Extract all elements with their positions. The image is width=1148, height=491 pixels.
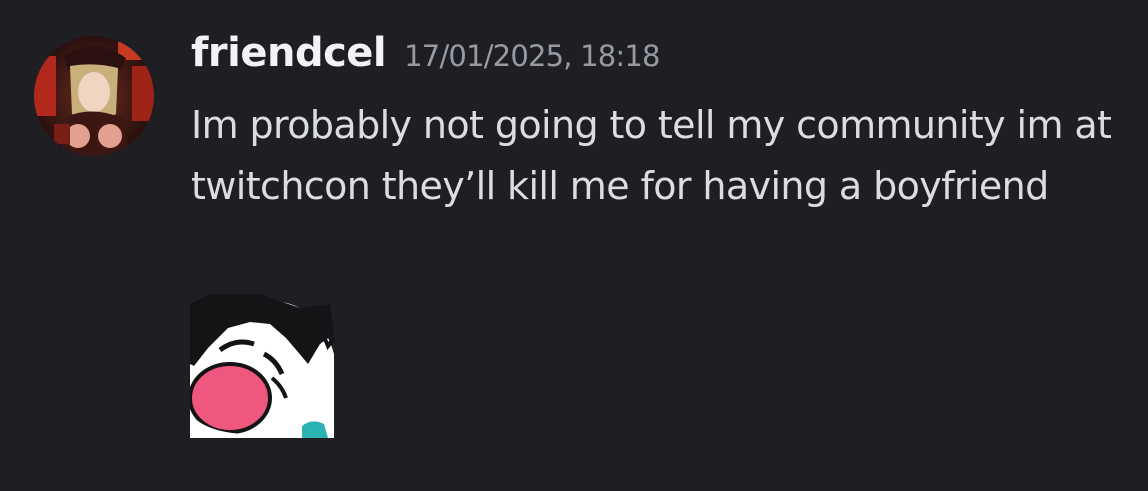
- username[interactable]: friendcel: [191, 30, 387, 76]
- message-attachment[interactable]: [190, 294, 334, 438]
- chat-message: friendcel 17/01/2025, 18:18 Im probably n…: [0, 0, 1148, 491]
- message-header: friendcel 17/01/2025, 18:18: [191, 30, 661, 76]
- avatar[interactable]: [34, 36, 154, 156]
- sticker-image: [190, 294, 334, 438]
- message-text: Im probably not going to tell my communi…: [191, 103, 1112, 208]
- timestamp[interactable]: 17/01/2025, 18:18: [404, 39, 660, 73]
- user-avatar-image: [34, 36, 154, 156]
